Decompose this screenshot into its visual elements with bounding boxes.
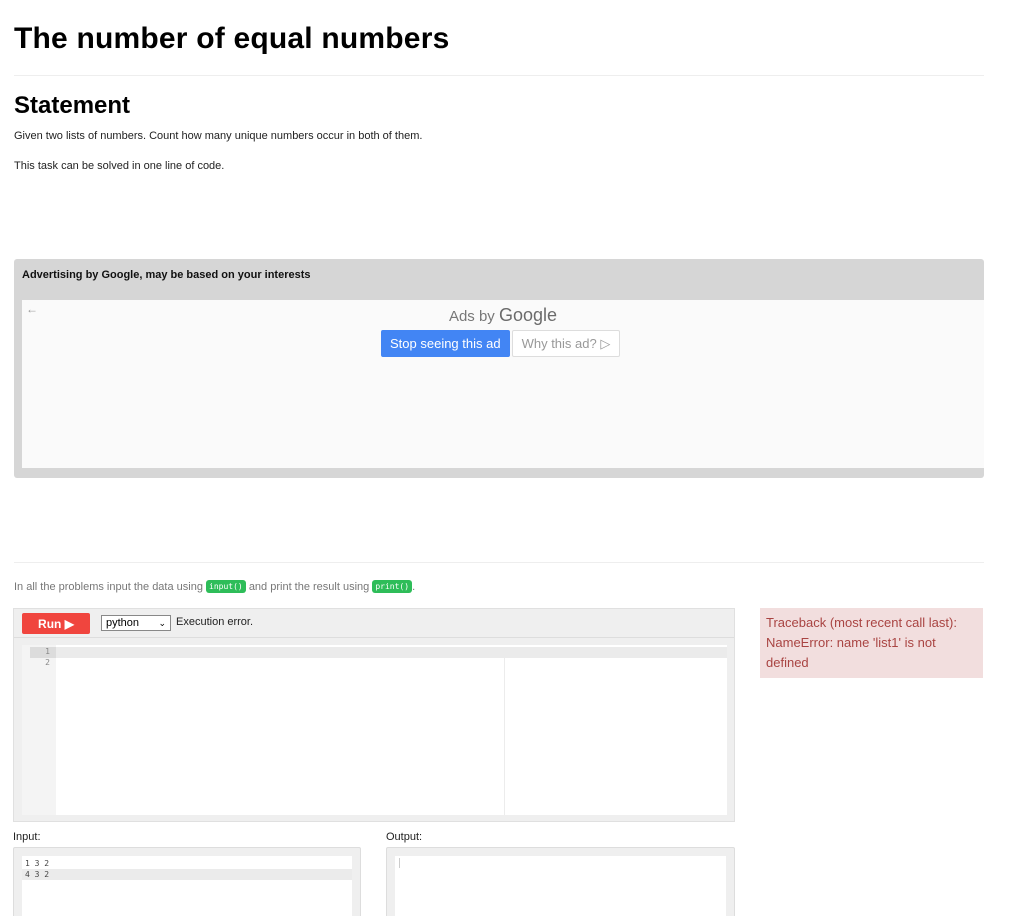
divider — [14, 75, 984, 76]
run-label: Run — [38, 616, 62, 631]
ads-by-prefix: Ads by — [448, 308, 495, 325]
stop-seeing-ad-button[interactable]: Stop seeing this ad — [381, 330, 510, 357]
divider — [14, 562, 984, 563]
code-editor-panel: Run ▶ python ⌄ Execution error. 1 2 — [13, 608, 735, 822]
output-label: Output: — [386, 831, 423, 843]
code-input[interactable]: 1 2 — [22, 645, 727, 815]
statement-paragraph: Given two lists of numbers. Count how ma… — [14, 130, 423, 142]
line-number: 2 — [45, 658, 50, 667]
active-line — [56, 647, 727, 658]
text-cursor — [399, 858, 400, 868]
print-margin — [504, 658, 505, 815]
editor-toolbar: Run ▶ python ⌄ Execution error. — [14, 609, 734, 638]
chevron-down-icon: ⌄ — [158, 618, 166, 628]
stdin-input[interactable]: 1 3 2 4 3 2 — [22, 856, 352, 916]
page: The number of equal numbers Statement Gi… — [0, 0, 1024, 916]
intro-text: In all the problems input the data using — [14, 581, 203, 593]
why-this-ad-label: Why this ad? — [521, 336, 597, 351]
play-triangle-icon: ▶ — [64, 616, 74, 631]
intro-text: and print the result using — [248, 581, 370, 593]
line-number: 1 — [45, 647, 50, 656]
input-label: Input: — [13, 831, 41, 843]
input-line: 4 3 2 — [22, 869, 352, 880]
adchoices-triangle-icon: ▷ — [600, 336, 611, 351]
page-title: The number of equal numbers — [14, 22, 450, 55]
ad-frame: ← Ads by Google Stop seeing this ad Why … — [22, 300, 984, 468]
ads-by-google: Ads by Google — [22, 305, 984, 326]
ad-header: Advertising by Google, may be based on y… — [22, 269, 311, 281]
intro-text: . — [412, 581, 416, 593]
ad-container: Advertising by Google, may be based on y… — [14, 259, 984, 478]
google-logo: Google — [498, 305, 558, 325]
language-select[interactable]: python ⌄ — [101, 615, 171, 631]
statement-paragraph: This task can be solved in one line of c… — [14, 160, 225, 172]
io-instructions: In all the problems input the data using… — [14, 580, 415, 593]
output-panel — [386, 847, 735, 916]
print-code-tag: print() — [372, 580, 413, 593]
ad-buttons: Stop seeing this ad Why this ad? ▷ — [381, 330, 621, 357]
error-message: Traceback (most recent call last): NameE… — [760, 608, 983, 678]
statement-heading: Statement — [14, 92, 131, 119]
language-value: python — [106, 617, 140, 629]
run-button[interactable]: Run ▶ — [22, 613, 90, 634]
line-gutter — [22, 645, 56, 815]
stdout-output[interactable] — [395, 856, 726, 916]
input-line: 1 3 2 — [25, 859, 50, 868]
why-this-ad-button[interactable]: Why this ad? ▷ — [511, 330, 621, 357]
input-code-tag: input() — [206, 580, 246, 593]
input-panel: 1 3 2 4 3 2 — [13, 847, 361, 916]
execution-status: Execution error. — [176, 616, 254, 628]
